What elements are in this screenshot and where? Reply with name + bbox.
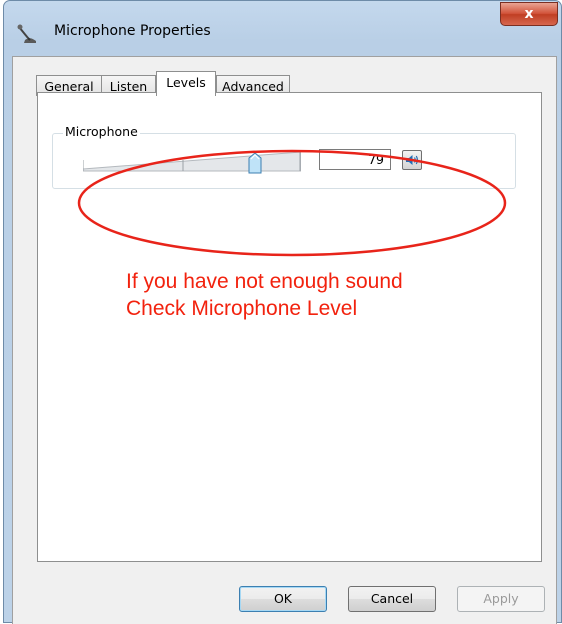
speaker-icon bbox=[406, 155, 418, 165]
close-button[interactable]: x bbox=[500, 2, 558, 26]
annotation-note: If you have not enough sound Check Micro… bbox=[126, 268, 403, 322]
microphone-level-slider[interactable] bbox=[83, 149, 301, 174]
apply-button[interactable]: Apply bbox=[457, 586, 545, 612]
tab-levels[interactable]: Levels bbox=[156, 71, 216, 96]
mute-button[interactable] bbox=[402, 150, 422, 170]
cancel-button[interactable]: Cancel bbox=[348, 586, 436, 612]
microphone-icon bbox=[17, 24, 36, 43]
annotation-line-2: Check Microphone Level bbox=[126, 297, 358, 320]
microphone-level-group: Microphone 79 bbox=[52, 124, 516, 189]
annotation-line-1: If you have not enough sound bbox=[126, 270, 403, 293]
level-value-field[interactable]: 79 bbox=[319, 149, 391, 170]
microphone-group-label: Microphone bbox=[63, 124, 140, 139]
slider-wedge bbox=[83, 151, 301, 172]
ok-button[interactable]: OK bbox=[239, 586, 327, 612]
dialog-client-area: General Listen Levels Advanced Microphon… bbox=[12, 56, 557, 624]
levels-tab-panel: Microphone 79 If you have not enough sou… bbox=[37, 92, 542, 562]
slider-thumb[interactable] bbox=[248, 152, 262, 174]
window-title: Microphone Properties bbox=[54, 23, 211, 39]
dialog-window: Microphone Properties x General Listen L… bbox=[3, 0, 562, 624]
title-bar[interactable]: Microphone Properties x bbox=[4, 1, 561, 57]
